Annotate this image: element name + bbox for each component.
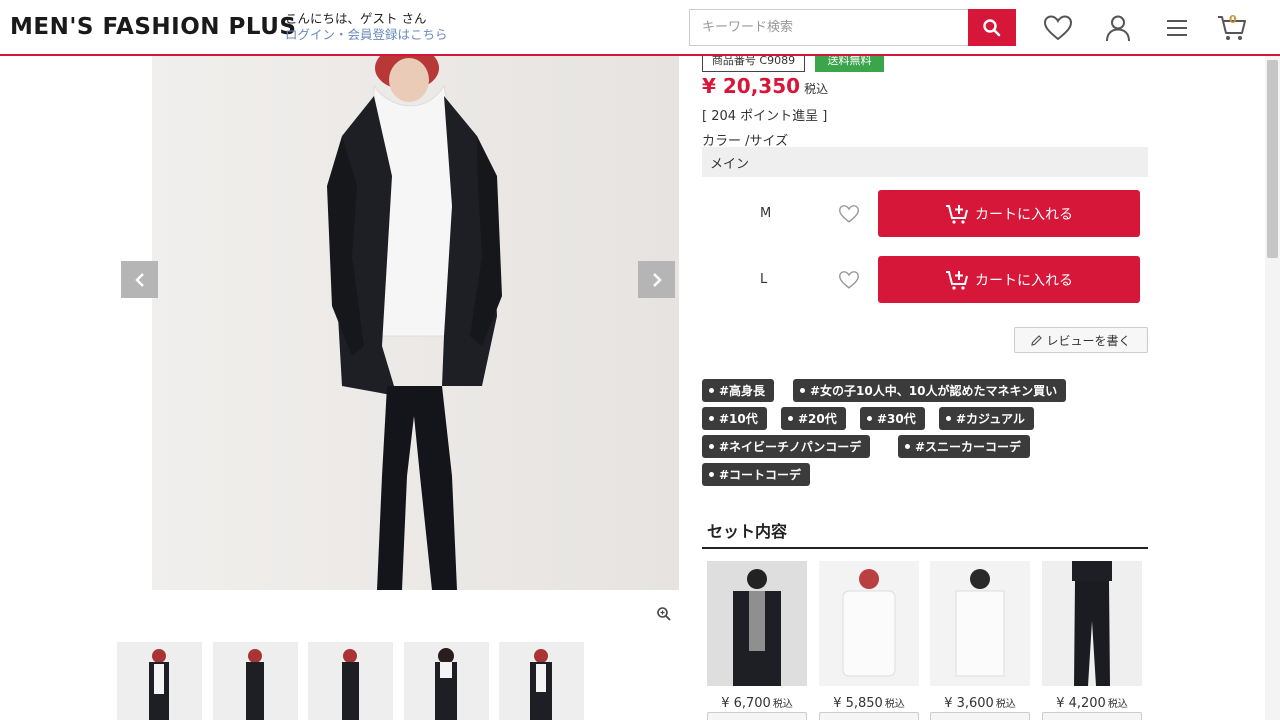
add-to-cart-l-button[interactable]: カートに入れる	[878, 256, 1140, 303]
set-item-button[interactable]	[819, 712, 919, 720]
add-to-cart-m-button[interactable]: カートに入れる	[878, 190, 1140, 237]
set-item-price: ¥ 3,600 税込	[930, 695, 1030, 711]
set-item-hoodie[interactable]	[819, 561, 919, 686]
points-text: [ 204 ポイント進呈 ]	[702, 109, 828, 124]
search-icon	[983, 18, 1001, 36]
set-tax-label: 税込	[1107, 699, 1128, 710]
menu-button[interactable]	[1161, 12, 1193, 44]
tag-label: #高身長	[719, 384, 766, 398]
tag-chip[interactable]: #30代	[860, 407, 925, 430]
heart-icon	[1043, 15, 1073, 41]
review-label: レビューを書く	[1046, 333, 1131, 348]
cart-button[interactable]: 0	[1216, 12, 1248, 44]
set-price-value: ¥ 5,850	[833, 696, 883, 711]
favorite-size-m-button[interactable]	[837, 202, 861, 226]
set-item-button[interactable]	[930, 712, 1030, 720]
favorites-button[interactable]	[1042, 12, 1074, 44]
size-label-l: L	[760, 272, 768, 287]
tag-label: #30代	[877, 412, 916, 426]
tag-chip[interactable]: #20代	[781, 407, 846, 430]
chevron-left-icon	[134, 272, 144, 287]
thumbnail-1[interactable]	[117, 642, 202, 720]
set-item-button[interactable]	[1042, 712, 1142, 720]
tag-chip[interactable]: #10代	[702, 407, 767, 430]
prev-image-button[interactable]	[121, 261, 158, 298]
set-section-title: セット内容	[707, 522, 788, 541]
set-item-price: ¥ 4,200 税込	[1042, 695, 1142, 711]
search-button[interactable]	[968, 9, 1016, 46]
tag-label: #10代	[719, 412, 758, 426]
color-row: メイン	[702, 147, 1148, 177]
tag-chip[interactable]: #カジュアル	[939, 407, 1034, 430]
color-name: メイン	[710, 156, 750, 172]
chevron-right-icon	[652, 272, 662, 287]
scrollbar-thumb[interactable]	[1267, 60, 1278, 258]
tag-chip[interactable]: #女の子10人中、10人が認めたマネキン買い	[793, 379, 1067, 402]
set-tax-label: 税込	[772, 699, 793, 710]
site-logo[interactable]: MEN'S FASHION PLUS	[10, 14, 296, 40]
set-divider	[702, 547, 1148, 549]
price-value: ¥ 20,350	[702, 74, 801, 98]
size-label-m: M	[760, 206, 772, 221]
favorite-size-l-button[interactable]	[837, 268, 861, 292]
tag-chip[interactable]: #コートコーデ	[702, 463, 811, 486]
user-icon	[1106, 15, 1130, 42]
add-to-cart-label: カートに入れる	[975, 272, 1073, 289]
set-price-value: ¥ 6,700	[721, 696, 771, 711]
cart-plus-icon	[946, 270, 968, 290]
tax-label: 税込	[804, 82, 829, 96]
set-price-value: ¥ 4,200	[1056, 696, 1106, 711]
account-button[interactable]	[1102, 12, 1134, 44]
heart-icon	[838, 205, 860, 223]
site-header: MEN'S FASHION PLUS こんにちは、ゲスト さん ログイン・会員登…	[0, 0, 1280, 56]
set-item-price: ¥ 5,850 税込	[819, 695, 919, 711]
pencil-icon	[1031, 334, 1043, 346]
tag-chip[interactable]: #ネイビーチノパンコーデ	[702, 435, 871, 458]
cart-plus-icon	[946, 204, 968, 224]
add-to-cart-label: カートに入れる	[975, 206, 1073, 223]
tag-label: #女の子10人中、10人が認めたマネキン買い	[810, 384, 1058, 398]
heart-icon	[838, 271, 860, 289]
thumbnail-2[interactable]	[213, 642, 298, 720]
greeting-text: こんにちは、ゲスト さん	[285, 11, 427, 26]
set-item-coat[interactable]	[707, 561, 807, 686]
tag-label: #コートコーデ	[719, 468, 802, 482]
next-image-button[interactable]	[638, 261, 675, 298]
tag-chip[interactable]: #高身長	[702, 379, 775, 402]
tag-label: #スニーカーコーデ	[915, 440, 1022, 454]
set-item-button[interactable]	[707, 712, 807, 720]
search-box	[689, 9, 1016, 46]
tag-label: #ネイビーチノパンコーデ	[719, 440, 862, 454]
thumbnail-3[interactable]	[308, 642, 393, 720]
zoom-icon	[657, 607, 671, 621]
tag-label: #カジュアル	[956, 412, 1025, 426]
greeting-block: こんにちは、ゲスト さん ログイン・会員登録はこちら	[285, 11, 448, 43]
login-link[interactable]: ログイン・会員登録はこちら	[285, 27, 448, 43]
set-item-price: ¥ 6,700 税込	[707, 695, 807, 711]
set-tax-label: 税込	[884, 699, 905, 710]
product-price: ¥ 20,350 税込	[702, 74, 828, 98]
main-product-image[interactable]	[152, 56, 679, 590]
set-tax-label: 税込	[995, 699, 1016, 710]
thumbnail-4[interactable]	[404, 642, 489, 720]
zoom-button[interactable]	[656, 606, 674, 624]
cart-count-badge: 0	[1229, 13, 1237, 26]
set-item-tshirt[interactable]	[930, 561, 1030, 686]
write-review-button[interactable]: レビューを書く	[1014, 327, 1148, 353]
tag-chip[interactable]: #スニーカーコーデ	[898, 435, 1031, 458]
set-item-pants[interactable]	[1042, 561, 1142, 686]
thumbnail-5[interactable]	[499, 642, 584, 720]
tag-label: #20代	[798, 412, 837, 426]
menu-icon	[1167, 20, 1187, 36]
search-input[interactable]	[690, 10, 970, 45]
set-price-value: ¥ 3,600	[944, 696, 994, 711]
